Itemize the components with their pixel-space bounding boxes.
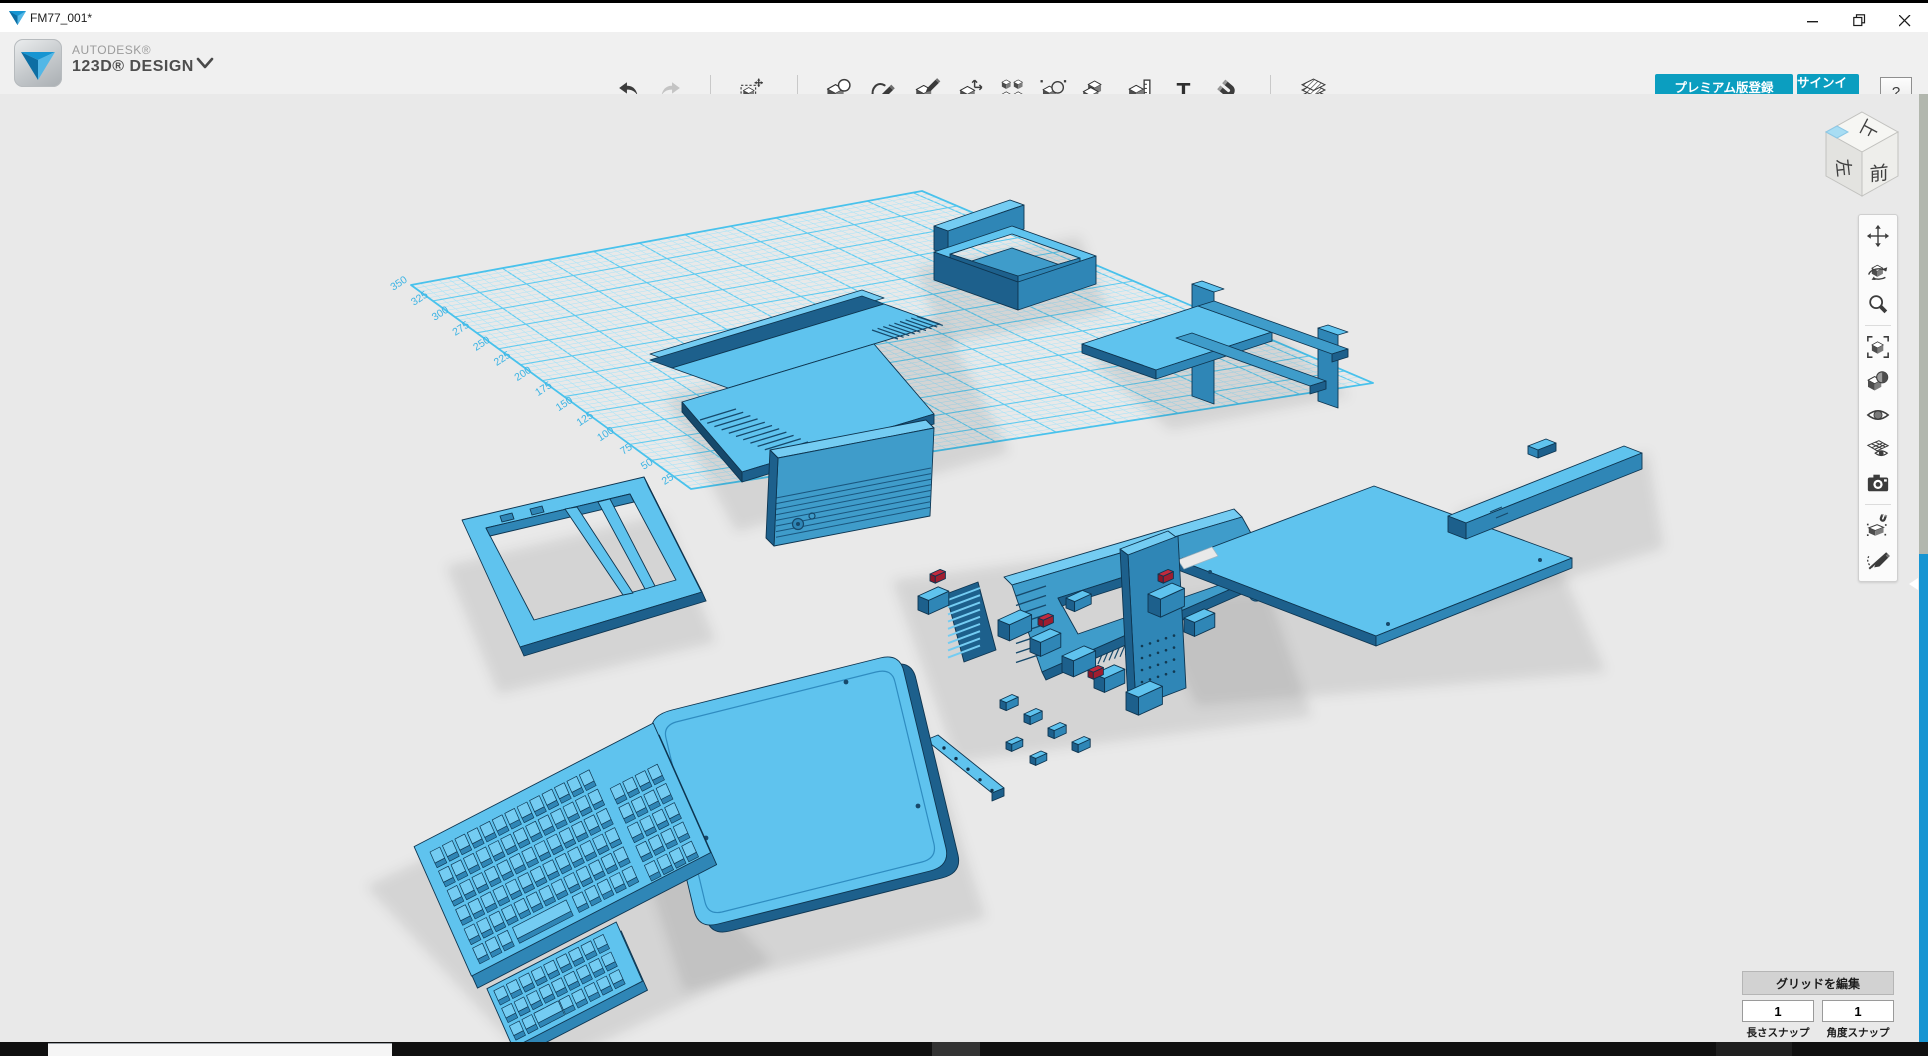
3d-viewport[interactable]: 350325300275250225200175150125100755025 …: [0, 94, 1928, 1042]
grid-ruler-label: 325: [409, 289, 430, 309]
grid-ruler-label: 50: [639, 456, 655, 473]
grid-ruler-label: 225: [492, 349, 513, 369]
title-bar: FM77_001*: [0, 3, 1928, 32]
app-logo[interactable]: [14, 39, 62, 87]
pan-icon[interactable]: [1864, 221, 1892, 251]
menu-chevron-icon[interactable]: [196, 56, 214, 70]
grid-ruler-label: 125: [574, 409, 595, 429]
document-title: FM77_001*: [30, 11, 92, 25]
brand-product: 123D® DESIGN: [72, 58, 194, 76]
brand-company: AUTODESK®: [72, 44, 194, 58]
orbit-icon[interactable]: [1864, 255, 1892, 285]
zoom-icon[interactable]: [1864, 289, 1892, 319]
hide-show-icon[interactable]: [1864, 400, 1892, 430]
screenshot-icon[interactable]: [1864, 468, 1892, 498]
edge-panel-track[interactable]: [1919, 94, 1928, 554]
grid-ruler-label: 175: [533, 379, 554, 399]
length-snap-label: 長さスナップ: [1742, 1025, 1814, 1040]
shaded-view-icon[interactable]: [1864, 366, 1892, 396]
grid-ruler-label: 25: [660, 471, 676, 488]
nav-separator: [1865, 325, 1891, 326]
edge-panel-tab[interactable]: [1919, 554, 1928, 1042]
brand-block: AUTODESK® 123D® DESIGN: [72, 44, 194, 76]
fit-view-icon[interactable]: [1864, 332, 1892, 362]
minimize-button[interactable]: [1790, 6, 1836, 35]
edit-grid-button[interactable]: グリッドを編集: [1742, 971, 1894, 995]
grid-ruler-label: 275: [450, 319, 471, 339]
view-cube-front-label[interactable]: 前: [1870, 162, 1889, 186]
taskbar-search-sliver: [48, 1043, 392, 1056]
angle-snap-input[interactable]: [1822, 1000, 1894, 1022]
length-snap-input[interactable]: [1742, 1000, 1814, 1022]
view-cube-left-label[interactable]: 左: [1832, 158, 1854, 178]
show-grid-icon[interactable]: [1864, 434, 1892, 464]
grid-settings-panel: グリッドを編集 長さスナップ 角度スナップ: [1742, 971, 1898, 1040]
panel-expand-arrow-icon[interactable]: [1909, 578, 1918, 590]
model-scene: 350325300275250225200175150125100755025: [0, 94, 1928, 1042]
taskbar-sliver: [0, 1042, 1928, 1056]
grid-ruler-label: 350: [388, 274, 409, 294]
app-icon: [9, 11, 26, 26]
taskbar-segment: [932, 1042, 980, 1056]
nav-separator: [1865, 504, 1891, 505]
angle-snap-label: 角度スナップ: [1822, 1025, 1894, 1040]
disable-snap-icon[interactable]: [1864, 545, 1892, 575]
restore-button[interactable]: [1836, 6, 1882, 35]
close-button[interactable]: [1882, 6, 1928, 35]
grid-ruler-label: 150: [554, 394, 575, 414]
view-cube[interactable]: 上 左 前: [1806, 98, 1918, 210]
app-window: FM77_001*: [0, 0, 1928, 1056]
snap-object-icon[interactable]: [1864, 511, 1892, 541]
navigation-toolbar: [1858, 214, 1898, 582]
123d-logo-icon: [14, 39, 62, 87]
taskbar-segment: [1716, 1042, 1792, 1056]
grid-ruler-label: 250: [471, 334, 492, 354]
grid-ruler-label: 300: [430, 304, 451, 324]
main-toolbar: AUTODESK® 123D® DESIGN: [0, 32, 1928, 95]
